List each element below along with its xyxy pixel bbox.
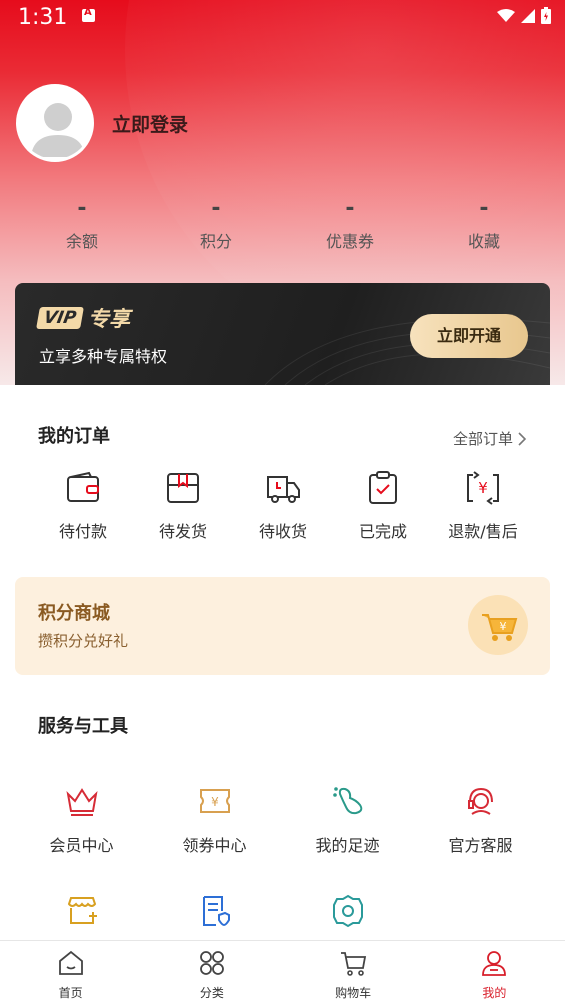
points-mall-title: 积分商城 (38, 603, 110, 624)
svg-text:¥: ¥ (211, 795, 219, 809)
svg-text:¥: ¥ (478, 479, 488, 497)
order-completed[interactable]: 已完成 (333, 470, 433, 542)
wallet-icon (67, 471, 99, 502)
chevron-right-icon (518, 431, 527, 446)
tool-footprints[interactable]: 我的足迹 (281, 784, 414, 894)
vip-activate-button[interactable]: 立即开通 (410, 314, 528, 358)
tool-label: 会员中心 (49, 836, 114, 855)
tool-customer-service[interactable]: 官方客服 (414, 784, 547, 894)
wifi-icon (497, 8, 515, 22)
stat-label: 积分 (199, 232, 232, 251)
order-refund[interactable]: ¥ 退款/售后 (433, 470, 533, 542)
order-pending-receipt[interactable]: 待收货 (233, 470, 333, 542)
stat-label: 优惠券 (325, 232, 374, 251)
all-orders-label: 全部订单 (452, 430, 513, 448)
tab-label: 分类 (199, 986, 224, 1000)
stat-value: - (345, 196, 355, 221)
points-mall-subtitle: 攒积分兑好礼 (38, 632, 129, 650)
tab-home[interactable]: 首页 (0, 941, 141, 1004)
tab-label: 我的 (482, 986, 507, 1000)
tool-label: 领券中心 (182, 836, 247, 855)
stat-value: - (479, 196, 489, 221)
svg-text:¥: ¥ (500, 620, 507, 633)
store-icon (67, 897, 97, 924)
refund-icon: ¥ (467, 471, 499, 505)
tool-coupon-center[interactable]: ¥ 领券中心 (148, 784, 281, 894)
tab-label: 首页 (58, 986, 83, 1000)
settings-icon (332, 894, 363, 928)
tool-label: 官方客服 (448, 836, 513, 855)
order-pending-shipment[interactable]: 待发货 (133, 470, 233, 542)
vip-badge: VIP (36, 307, 84, 329)
tab-mine[interactable]: 我的 (424, 941, 565, 1004)
orders-title: 我的订单 (38, 426, 110, 447)
cart-icon: ¥ (482, 614, 518, 641)
crown-icon (65, 788, 98, 816)
cart-icon (341, 952, 367, 976)
package-icon (167, 473, 199, 503)
avatar[interactable] (16, 84, 94, 162)
order-label: 已完成 (358, 522, 407, 541)
default-avatar-icon (31, 103, 85, 157)
clipboard-check-icon (369, 471, 397, 504)
order-label: 退款/售后 (448, 522, 518, 541)
tab-category[interactable]: 分类 (141, 941, 282, 1004)
headset-icon (467, 787, 493, 815)
status-bar: 1:31 (0, 0, 565, 36)
stat-value: - (211, 196, 221, 221)
tool-member-center[interactable]: 会员中心 (15, 784, 148, 894)
account-stats: - 余额 - 积分 - 优惠券 - 收藏 (15, 196, 551, 252)
stat-balance[interactable]: - 余额 (15, 196, 149, 252)
profile-header[interactable]: 立即登录 (16, 84, 188, 162)
order-label: 待付款 (58, 522, 107, 541)
tab-cart[interactable]: 购物车 (283, 941, 424, 1004)
stat-label: 余额 (65, 232, 98, 251)
stat-coupons[interactable]: - 优惠券 (283, 196, 417, 252)
document-icon (202, 896, 230, 927)
order-pending-payment[interactable]: 待付款 (33, 470, 133, 542)
user-icon (482, 951, 507, 976)
truck-icon (267, 476, 300, 503)
stat-points[interactable]: - 积分 (149, 196, 283, 252)
home-icon (58, 950, 83, 975)
points-mall-card[interactable]: 积分商城 攒积分兑好礼 ¥ (15, 577, 550, 675)
signal-icon (521, 8, 535, 23)
tool-label: 我的足迹 (315, 836, 380, 855)
tools-title: 服务与工具 (38, 716, 128, 737)
notification-icon (82, 7, 95, 22)
footprint-icon (332, 787, 362, 815)
order-status-row: 待付款 待发货 待收货 已完成 ¥ 退款/售后 (33, 470, 533, 542)
vip-subtitle: 立享多种专属特权 (39, 347, 168, 366)
login-link[interactable]: 立即登录 (112, 110, 188, 137)
status-time: 1:31 (18, 5, 68, 30)
stat-value: - (77, 196, 87, 221)
all-orders-link[interactable]: 全部订单 (453, 428, 529, 449)
vip-title: VIP 专享 (36, 303, 130, 333)
tab-label: 购物车 (335, 986, 372, 1000)
bottom-tab-bar: 首页 分类 购物车 我的 (0, 940, 565, 1004)
battery-icon (541, 7, 551, 24)
category-icon (199, 951, 224, 975)
order-label: 待收货 (258, 522, 307, 541)
order-label: 待发货 (158, 522, 207, 541)
coupon-icon: ¥ (199, 789, 230, 813)
vip-card[interactable]: VIP 专享 立享多种专属特权 立即开通 (15, 283, 550, 385)
vip-title-text: 专享 (87, 307, 130, 331)
stat-label: 收藏 (467, 232, 500, 251)
points-mall-icon: ¥ (468, 595, 528, 655)
stat-favorites[interactable]: - 收藏 (417, 196, 551, 252)
